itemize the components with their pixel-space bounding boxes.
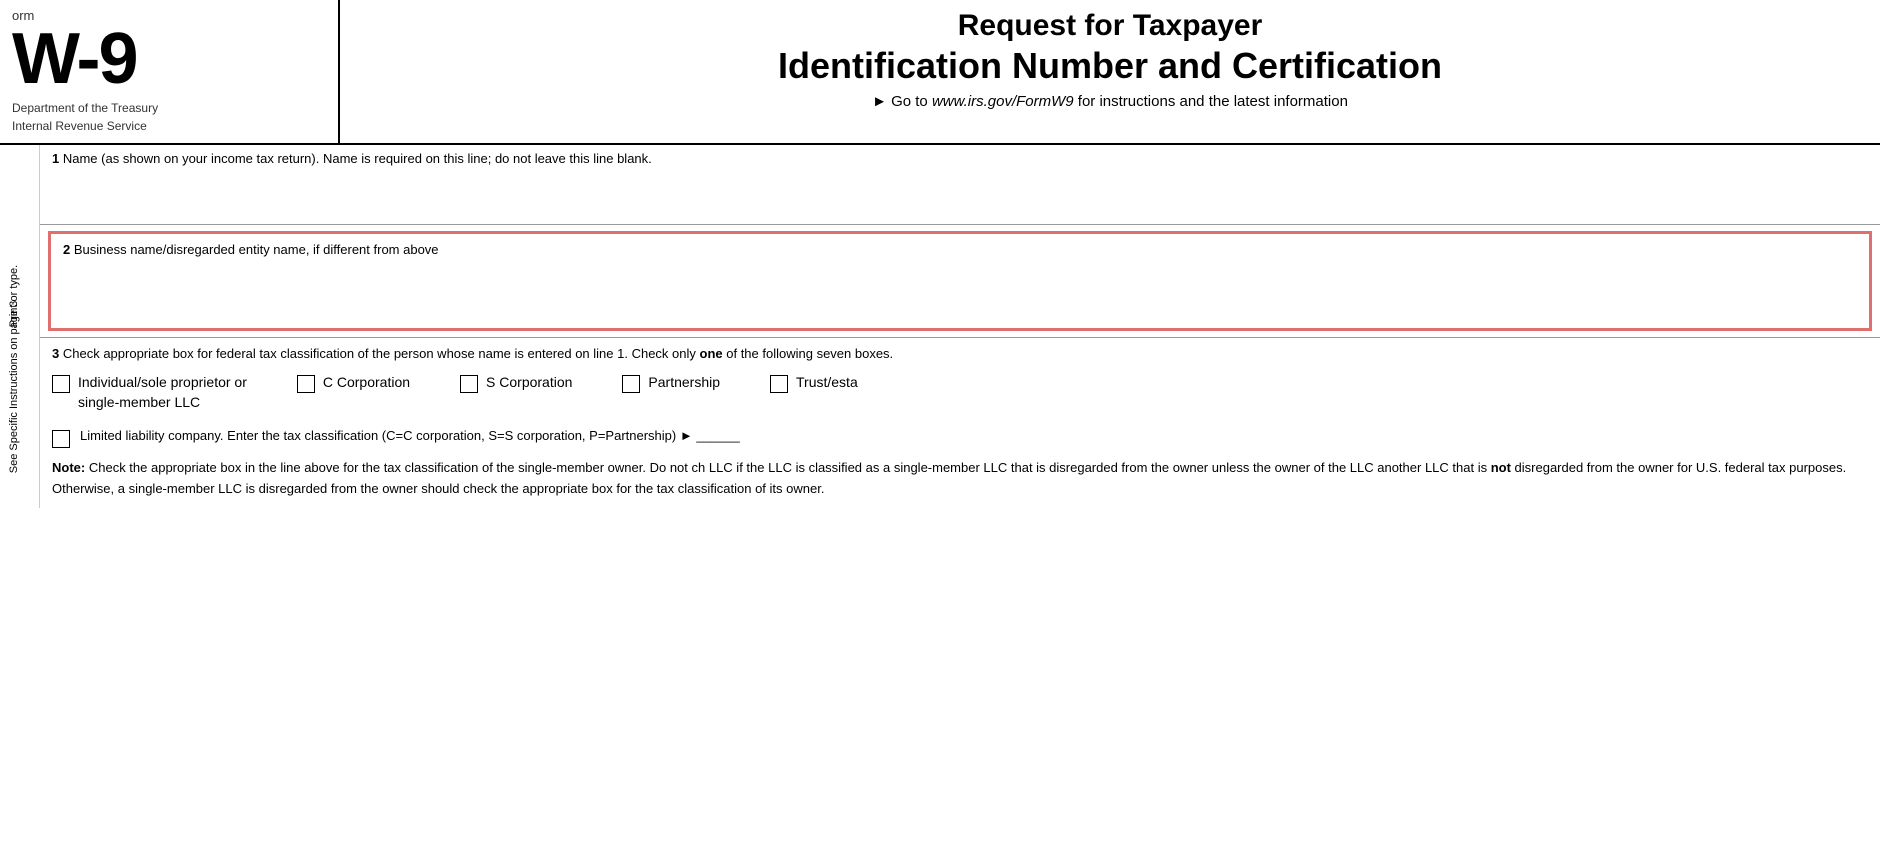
checkbox-individual-box[interactable] xyxy=(52,375,70,393)
checkbox-c-corp-label: C Corporation xyxy=(323,373,410,393)
checkbox-c-corp: C Corporation xyxy=(297,373,410,393)
sidebar-text2: See Specific Instructions on page 3 xyxy=(8,257,20,517)
checkbox-individual: Individual/sole proprietor orsingle-memb… xyxy=(52,373,247,412)
dept-info: Department of the Treasury Internal Reve… xyxy=(12,99,326,135)
llc-label-text: Limited liability company. Enter the tax… xyxy=(80,428,693,443)
checkbox-individual-label: Individual/sole proprietor orsingle-memb… xyxy=(78,373,247,412)
note-not: not xyxy=(1491,460,1511,475)
note-text-1: Check the appropriate box in the line ab… xyxy=(89,460,1491,475)
field-3-bold: one xyxy=(700,346,723,361)
field-2-label: 2 Business name/disregarded entity name,… xyxy=(63,242,1857,257)
title-main: Identification Number and Certification xyxy=(360,44,1860,87)
header-left: orm W-9 Department of the Treasury Inter… xyxy=(0,0,340,143)
website-info: ► Go to www.irs.gov/FormW9 for instructi… xyxy=(360,93,1860,110)
header-right: Request for Taxpayer Identification Numb… xyxy=(340,0,1880,143)
checkbox-c-corp-box[interactable] xyxy=(297,375,315,393)
form-content: 1 Name (as shown on your income tax retu… xyxy=(40,145,1880,508)
website-text: ► Go to xyxy=(872,93,932,110)
page-container: orm W-9 Department of the Treasury Inter… xyxy=(0,0,1880,856)
checkbox-partnership-label: Partnership xyxy=(648,373,720,393)
note-section: Note: Check the appropriate box in the l… xyxy=(52,458,1868,500)
checkboxes-row: Individual/sole proprietor orsingle-memb… xyxy=(52,373,1868,412)
note-label: Note: xyxy=(52,460,85,475)
field-3: 3 Check appropriate box for federal tax … xyxy=(40,337,1880,508)
website-url: www.irs.gov/FormW9 xyxy=(932,93,1074,110)
website-suffix: for instructions and the latest informat… xyxy=(1074,93,1348,110)
checkbox-s-corp: S Corporation xyxy=(460,373,572,393)
sidebar: Print or type. See Specific Instructions… xyxy=(0,145,40,508)
checkbox-trust-label: Trust/esta xyxy=(796,373,858,393)
checkbox-s-corp-label: S Corporation xyxy=(486,373,572,393)
field-3-suffix: of the following seven boxes. xyxy=(723,346,894,361)
field-3-intro: 3 Check appropriate box for federal tax … xyxy=(52,346,1868,361)
title-request: Request for Taxpayer xyxy=(360,8,1860,44)
field-1-label: 1 Name (as shown on your income tax retu… xyxy=(52,151,1868,166)
field-1: 1 Name (as shown on your income tax retu… xyxy=(40,145,1880,225)
field-2-description: Business name/disregarded entity name, i… xyxy=(74,242,439,257)
field-1-description: Name (as shown on your income tax return… xyxy=(63,151,652,166)
dept-line2: Internal Revenue Service xyxy=(12,117,326,135)
header-section: orm W-9 Department of the Treasury Inter… xyxy=(0,0,1880,145)
field-1-number: 1 xyxy=(52,151,59,166)
field-2[interactable]: 2 Business name/disregarded entity name,… xyxy=(48,231,1872,331)
checkbox-llc-box[interactable] xyxy=(52,430,70,448)
form-number: W-9 xyxy=(12,23,326,95)
llc-row: Limited liability company. Enter the tax… xyxy=(52,428,1868,448)
checkbox-trust: Trust/esta xyxy=(770,373,858,393)
checkbox-partnership-box[interactable] xyxy=(622,375,640,393)
checkbox-trust-box[interactable] xyxy=(770,375,788,393)
llc-line: ______ xyxy=(696,428,739,443)
checkbox-s-corp-box[interactable] xyxy=(460,375,478,393)
field-2-number: 2 xyxy=(63,242,70,257)
field-3-number: 3 xyxy=(52,346,59,361)
checkbox-partnership: Partnership xyxy=(622,373,720,393)
note-text: Note: Check the appropriate box in the l… xyxy=(52,458,1868,500)
dept-line1: Department of the Treasury xyxy=(12,99,326,117)
llc-label: Limited liability company. Enter the tax… xyxy=(80,428,1868,443)
field-3-intro-text: Check appropriate box for federal tax cl… xyxy=(63,346,700,361)
form-body: Print or type. See Specific Instructions… xyxy=(0,145,1880,508)
